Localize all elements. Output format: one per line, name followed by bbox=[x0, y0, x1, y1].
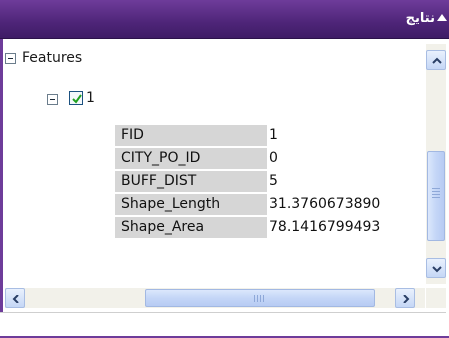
panel-titlebar[interactable]: نتايج bbox=[0, 0, 449, 39]
attr-key-shape-length: Shape_Length bbox=[115, 194, 267, 215]
horizontal-scroll-thumb[interactable] bbox=[145, 289, 375, 307]
scroll-right-button[interactable] bbox=[395, 288, 415, 308]
tree-view[interactable]: Features 1 FID 1 CITY_PO_ID 0 BUFF_DIST … bbox=[5, 44, 425, 284]
attr-key-buff-dist: BUFF_DIST bbox=[115, 171, 267, 192]
scroll-up-button[interactable] bbox=[426, 50, 446, 70]
chevron-down-icon bbox=[432, 266, 442, 273]
vertical-scrollbar[interactable] bbox=[426, 44, 446, 284]
attr-key-city-po-id: CITY_PO_ID bbox=[115, 148, 267, 169]
tree-root-label[interactable]: Features bbox=[22, 50, 82, 66]
checkmark-icon bbox=[72, 94, 82, 104]
scrollbar-corner bbox=[426, 288, 446, 308]
features-collapse-icon[interactable] bbox=[5, 53, 16, 64]
horizontal-scrollbar[interactable] bbox=[5, 288, 425, 308]
chevron-left-icon bbox=[12, 295, 19, 303]
chevron-right-icon bbox=[403, 295, 410, 303]
results-panel: نتايج Features 1 FID 1 CITY_PO_ID 0 BUFF… bbox=[0, 0, 449, 338]
feature-checkbox[interactable] bbox=[69, 91, 83, 105]
attr-value-city-po-id: 0 bbox=[269, 150, 278, 166]
feature-label[interactable]: 1 bbox=[86, 90, 95, 106]
panel-title: نتايج bbox=[405, 11, 435, 26]
panel-divider bbox=[0, 312, 446, 313]
attr-value-buff-dist: 5 bbox=[269, 173, 278, 189]
attr-key-shape-area: Shape_Area bbox=[115, 217, 267, 238]
vertical-scroll-thumb[interactable] bbox=[427, 151, 445, 241]
attr-key-fid: FID bbox=[115, 125, 267, 146]
attr-value-shape-length: 31.3760673890 bbox=[269, 196, 381, 212]
scroll-down-button[interactable] bbox=[426, 258, 446, 278]
scroll-left-button[interactable] bbox=[5, 288, 25, 308]
chevron-up-icon bbox=[432, 57, 442, 64]
attr-value-shape-area: 78.1416799493 bbox=[269, 219, 381, 235]
attr-value-fid: 1 bbox=[269, 127, 278, 143]
collapse-caret-icon[interactable] bbox=[437, 14, 447, 21]
feature-collapse-icon[interactable] bbox=[47, 94, 58, 105]
